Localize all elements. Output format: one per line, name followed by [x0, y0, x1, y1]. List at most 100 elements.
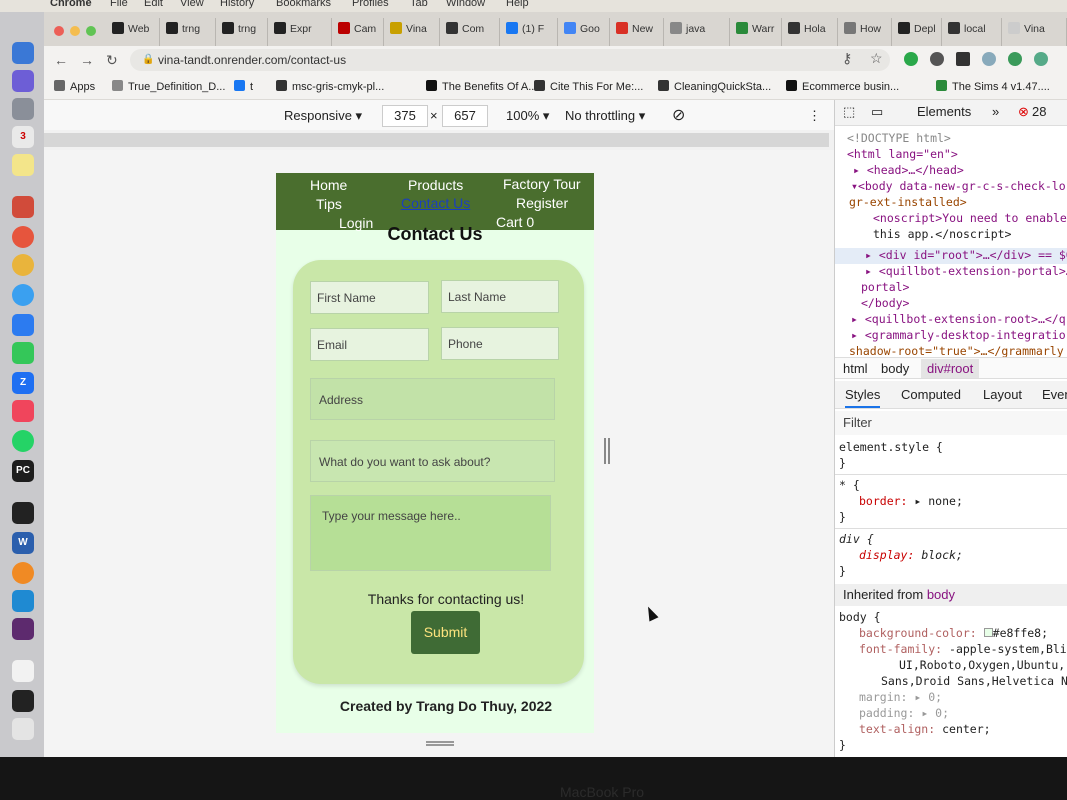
browser-tab[interactable]: How: [838, 18, 892, 46]
menu-tab[interactable]: Tab: [410, 0, 428, 9]
reload-icon[interactable]: ↻: [106, 52, 118, 69]
browser-tab[interactable]: Depl: [892, 18, 942, 46]
dom-body[interactable]: ▾<body data-new-gr-c-s-check-lo: [851, 179, 1066, 193]
menu-edit[interactable]: Edit: [144, 0, 163, 9]
tab-elements[interactable]: Elements: [917, 104, 971, 119]
dom-noscript[interactable]: <noscript>You need to enable: [873, 211, 1067, 225]
menu-help[interactable]: Help: [506, 0, 529, 9]
device-toggle-icon[interactable]: ▭: [871, 104, 883, 120]
extension-icon[interactable]: [1034, 52, 1048, 66]
close-window-button[interactable]: [54, 26, 64, 36]
photos-icon[interactable]: [12, 254, 34, 276]
crumb-html[interactable]: html: [843, 361, 868, 376]
menu-history[interactable]: History: [220, 0, 254, 9]
browser-tab[interactable]: New: [610, 18, 664, 46]
menu-file[interactable]: File: [110, 0, 128, 9]
rule-padding[interactable]: padding: ▸ 0;: [859, 706, 949, 720]
browser-tab[interactable]: Expr: [268, 18, 332, 46]
bookmark-item[interactable]: True_Definition_D...: [112, 80, 225, 93]
extension-icon[interactable]: [930, 52, 944, 66]
dom-html[interactable]: <html lang="en">: [847, 147, 958, 161]
nav-tips[interactable]: Tips: [316, 196, 342, 212]
terminal-icon[interactable]: [12, 502, 34, 524]
bookmark-item[interactable]: t: [234, 80, 253, 93]
whatsapp-icon[interactable]: [12, 430, 34, 452]
browser-tab[interactable]: (1) F: [500, 18, 558, 46]
dom-doctype[interactable]: <!DOCTYPE html>: [847, 131, 951, 145]
messenger-icon[interactable]: [12, 284, 34, 306]
browser-tab[interactable]: Web: [106, 18, 160, 46]
device-select[interactable]: Responsive ▾: [284, 108, 362, 124]
rule-border[interactable]: border: ▸ none;: [859, 494, 963, 508]
menu-app-name[interactable]: Chrome: [50, 0, 92, 9]
screen-icon[interactable]: [12, 690, 34, 712]
more-options-icon[interactable]: ⋮: [808, 108, 821, 124]
extension-icon[interactable]: [1008, 52, 1022, 66]
inspect-icon[interactable]: ⬚: [843, 104, 855, 120]
nav-contact-us[interactable]: Contact Us: [401, 195, 470, 211]
submit-button[interactable]: Submit: [411, 611, 480, 654]
tab-layout[interactable]: Layout: [983, 387, 1022, 402]
first-name-field[interactable]: First Name: [310, 281, 429, 314]
color-swatch-icon[interactable]: [983, 628, 993, 637]
dom-root-div[interactable]: ▸ <div id="root">…</div> == $0: [865, 248, 1067, 262]
finder-icon[interactable]: [12, 42, 34, 64]
last-name-field[interactable]: Last Name: [441, 280, 559, 313]
rule-background-color[interactable]: background-color: #e8ffe8;: [859, 626, 1048, 640]
browser-tab[interactable]: Warr: [730, 18, 782, 46]
bookmark-item[interactable]: msc-gris-cmyk-pl...: [276, 80, 384, 93]
viewport-resize-handle-bottom[interactable]: [426, 741, 454, 746]
word-icon[interactable]: W: [12, 532, 34, 554]
inherited-from[interactable]: body: [927, 587, 955, 602]
browser-tab[interactable]: local: [942, 18, 1002, 46]
bookmark-item[interactable]: Ecommerce busin...: [786, 80, 899, 93]
styles-filter-input[interactable]: Filter: [835, 411, 1067, 435]
dom-quillbot-portal[interactable]: ▸ <quillbot-extension-portal>…: [865, 264, 1067, 278]
minimize-window-button[interactable]: [70, 26, 80, 36]
browser-tab[interactable]: trng: [160, 18, 216, 46]
app-store-icon[interactable]: [12, 314, 34, 336]
dom-grammarly[interactable]: ▸ <grammarly-desktop-integratio: [851, 328, 1066, 342]
chrome-icon[interactable]: [12, 226, 34, 248]
trash-icon[interactable]: [12, 718, 34, 740]
rule-margin[interactable]: margin: ▸ 0;: [859, 690, 942, 704]
bookmark-item[interactable]: The Benefits Of A...: [426, 80, 537, 93]
email-field[interactable]: Email: [310, 328, 429, 361]
extension-icon[interactable]: [982, 52, 996, 66]
extension-icon[interactable]: [956, 52, 970, 66]
message-textarea[interactable]: Type your message here..: [310, 495, 551, 571]
launchpad-icon[interactable]: [12, 70, 34, 92]
crumb-root[interactable]: div#root: [921, 359, 980, 378]
width-input[interactable]: 375: [382, 105, 428, 127]
music-icon[interactable]: [12, 400, 34, 422]
slack-icon[interactable]: [12, 618, 34, 640]
rocket-icon[interactable]: [12, 98, 34, 120]
nav-home[interactable]: Home: [310, 177, 347, 193]
calendar-icon[interactable]: 3: [12, 126, 34, 148]
address-bar[interactable]: 🔒 vina-tandt.onrender.com/contact-us: [130, 49, 890, 71]
browser-tab[interactable]: Hola: [782, 18, 838, 46]
grammarly-extension-icon[interactable]: [904, 52, 918, 66]
subject-field[interactable]: What do you want to ask about?: [310, 440, 555, 482]
tab-styles[interactable]: Styles: [845, 387, 881, 408]
bookmark-item[interactable]: Apps: [54, 80, 95, 93]
viewport-resize-handle[interactable]: [604, 438, 610, 464]
throttling-select[interactable]: No throttling ▾: [565, 108, 645, 124]
phone-field[interactable]: Phone: [441, 327, 559, 360]
bookmark-item[interactable]: The Sims 4 v1.47....: [936, 80, 1050, 93]
browser-tab[interactable]: Cam: [332, 18, 384, 46]
rule-display[interactable]: display: block;: [859, 548, 963, 562]
crumb-body[interactable]: body: [881, 361, 909, 376]
tab-event-listeners[interactable]: Even: [1042, 387, 1067, 402]
vscode-icon[interactable]: [12, 590, 34, 612]
more-tabs-icon[interactable]: »: [992, 104, 999, 119]
nav-factory-tour[interactable]: Factory Tour: [503, 176, 581, 192]
dom-head[interactable]: ▸ <head>…</head>: [853, 163, 964, 177]
zoom-select[interactable]: 100% ▾: [506, 108, 549, 124]
browser-tab[interactable]: java: [664, 18, 730, 46]
menu-view[interactable]: View: [180, 0, 204, 9]
menu-profiles[interactable]: Profiles: [352, 0, 389, 9]
browser-tab[interactable]: trng: [216, 18, 268, 46]
browser-tab[interactable]: Vina: [384, 18, 440, 46]
messages-icon[interactable]: [12, 342, 34, 364]
